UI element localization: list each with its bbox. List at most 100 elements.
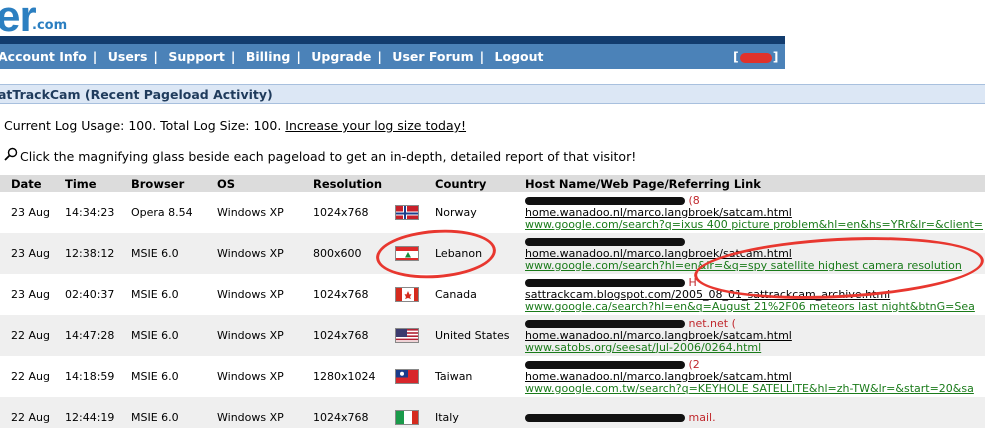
nav-user-forum[interactable]: User Forum bbox=[392, 49, 473, 64]
table-row: 22 Aug 14:47:28 MSIE 6.0 Windows XP 1024x768… bbox=[0, 315, 985, 356]
col-time: Time bbox=[54, 175, 120, 192]
nav-account-redacted[interactable]: [] bbox=[733, 49, 778, 64]
norway-flag-icon bbox=[395, 205, 419, 220]
cell-resolution: 1024x768 bbox=[302, 397, 384, 428]
web-page-link[interactable]: home.wanadoo.nl/marco.langbroek/satcam.h… bbox=[525, 206, 985, 219]
italy-flag-icon bbox=[395, 410, 419, 425]
cell-browser: MSIE 6.0 bbox=[120, 315, 206, 356]
cell-country: Norway bbox=[435, 206, 477, 219]
col-os: OS bbox=[206, 175, 302, 192]
table-row: 22 Aug 12:44:19 MSIE 6.0 Windows XP 1024x768… bbox=[0, 397, 985, 428]
host-name[interactable]: (2 bbox=[525, 359, 985, 371]
cell-os: Windows XP bbox=[217, 288, 284, 301]
cell-date: 23 Aug bbox=[11, 288, 50, 301]
detail-hint-text: Click the magnifying glass beside each p… bbox=[20, 149, 637, 164]
referring-link[interactable]: www.google.com/search?hl=en&lr=&q=spy sa… bbox=[525, 259, 985, 272]
host-name[interactable]: net.net ( bbox=[525, 318, 985, 330]
redaction-mark bbox=[525, 413, 685, 422]
canada-flag-icon bbox=[395, 287, 419, 302]
table-header-row: Date Time Browser OS Resolution Country … bbox=[0, 175, 985, 192]
cell-date: 23 Aug bbox=[11, 206, 50, 219]
nav-upgrade[interactable]: Upgrade bbox=[311, 49, 371, 64]
cell-host: mail. bbox=[514, 397, 985, 428]
host-name[interactable]: mail. bbox=[525, 412, 985, 424]
nav-users[interactable]: Users bbox=[108, 49, 148, 64]
table-row: 22 Aug 14:18:59 MSIE 6.0 Windows XP 1280x102… bbox=[0, 356, 985, 397]
cell-browser: MSIE 6.0 bbox=[120, 233, 206, 274]
referring-link[interactable]: www.satobs.org/seesat/Jul-2006/0264.html bbox=[525, 341, 985, 354]
cell-browser: MSIE 6.0 bbox=[131, 288, 179, 301]
nav-logout[interactable]: Logout bbox=[495, 49, 544, 64]
pageload-table: Date Time Browser OS Resolution Country … bbox=[0, 175, 985, 428]
cell-time: 12:44:19 bbox=[54, 397, 120, 428]
usa-flag-icon bbox=[395, 328, 419, 343]
referring-link[interactable]: www.google.com/search?q=ixus 400 picture… bbox=[525, 218, 985, 231]
cell-browser: MSIE 6.0 bbox=[131, 370, 179, 383]
referring-link[interactable]: www.google.ca/search?hl=en&q=August 21%2… bbox=[525, 300, 985, 313]
cell-resolution: 1024x768 bbox=[313, 206, 369, 219]
section-header: atTrackCam (Recent Pageload Activity) bbox=[0, 84, 985, 104]
cell-country: United States bbox=[424, 315, 514, 356]
redaction-mark bbox=[525, 360, 685, 369]
host-name[interactable]: H bbox=[525, 277, 985, 289]
lebanon-flag-icon bbox=[395, 246, 419, 261]
nav-billing[interactable]: Billing bbox=[246, 49, 291, 64]
site-logo[interactable]: er .com bbox=[0, 0, 67, 41]
table-row: 23 Aug 02:40:37 MSIE 6.0 Windows XP 1024x768… bbox=[0, 274, 985, 315]
cell-browser: MSIE 6.0 bbox=[120, 397, 206, 428]
col-host: Host Name/Web Page/Referring Link bbox=[514, 175, 985, 192]
cell-country: Lebanon bbox=[424, 233, 514, 274]
logo-text: er bbox=[0, 0, 37, 41]
col-date: Date bbox=[0, 175, 54, 192]
col-flag bbox=[384, 175, 424, 192]
cell-os: Windows XP bbox=[206, 315, 302, 356]
cell-os: Windows XP bbox=[217, 206, 284, 219]
page-title: atTrackCam (Recent Pageload Activity) bbox=[0, 87, 273, 102]
col-country: Country bbox=[424, 175, 514, 192]
cell-resolution: 1024x768 bbox=[313, 288, 369, 301]
cell-country: Canada bbox=[435, 288, 477, 301]
web-page-link[interactable]: home.wanadoo.nl/marco.langbroek/satcam.h… bbox=[525, 247, 985, 260]
col-browser: Browser bbox=[120, 175, 206, 192]
referring-link[interactable]: www.google.com.tw/search?q=KEYHOLE SATEL… bbox=[525, 382, 985, 395]
nav-links: Account Info | Users | Support | Billing | U… bbox=[0, 49, 544, 64]
cell-flag bbox=[384, 192, 424, 233]
redaction-mark bbox=[525, 196, 685, 205]
cell-flag bbox=[384, 356, 424, 397]
cell-host: home.wanadoo.nl/marco.langbroek/satcam.h… bbox=[514, 233, 985, 274]
redaction-mark bbox=[525, 237, 685, 246]
host-name[interactable] bbox=[525, 236, 985, 248]
cell-resolution: 1024x768 bbox=[302, 315, 384, 356]
cell-country: Italy bbox=[424, 397, 514, 428]
taiwan-flag-icon bbox=[395, 369, 419, 384]
cell-resolution: 1280x1024 bbox=[313, 370, 376, 383]
top-navigation: Account Info | Users | Support | Billing | U… bbox=[0, 36, 785, 69]
log-usage-text: Current Log Usage: 100. Total Log Size: … bbox=[4, 118, 286, 133]
increase-log-size-link[interactable]: Increase your log size today! bbox=[285, 118, 466, 133]
cell-os: Windows XP bbox=[206, 233, 302, 274]
nav-account-info[interactable]: Account Info bbox=[0, 49, 87, 64]
magnifying-glass-icon bbox=[4, 147, 20, 164]
cell-os: Windows XP bbox=[206, 397, 302, 428]
web-page-link[interactable]: home.wanadoo.nl/marco.langbroek/satcam.h… bbox=[525, 370, 985, 383]
cell-time: 14:47:28 bbox=[54, 315, 120, 356]
redaction-mark bbox=[525, 278, 685, 287]
cell-flag bbox=[384, 315, 424, 356]
nav-support[interactable]: Support bbox=[168, 49, 225, 64]
cell-time: 12:38:12 bbox=[54, 233, 120, 274]
cell-date: 22 Aug bbox=[11, 370, 50, 383]
col-resolution: Resolution bbox=[302, 175, 384, 192]
logo-domain: .com bbox=[32, 18, 68, 33]
web-page-link[interactable]: home.wanadoo.nl/marco.langbroek/satcam.h… bbox=[525, 329, 985, 342]
redaction-mark bbox=[525, 319, 685, 328]
web-page-link[interactable]: sattrackcam.blogspot.com/2005_08_01_satt… bbox=[525, 288, 985, 301]
table-row: 23 Aug 14:34:23 Opera 8.54 Windows XP 1024x7… bbox=[0, 192, 985, 233]
table-row: 23 Aug 12:38:12 MSIE 6.0 Windows XP 800x600 L… bbox=[0, 233, 985, 274]
cell-host: Hsattrackcam.blogspot.com/2005_08_01_sat… bbox=[514, 274, 985, 315]
cell-country: Taiwan bbox=[435, 370, 473, 383]
cell-time: 02:40:37 bbox=[65, 288, 115, 301]
cell-date: 22 Aug bbox=[0, 397, 54, 428]
cell-host: (2 home.wanadoo.nl/marco.langbroek/satcam… bbox=[514, 356, 985, 397]
host-name[interactable]: (8 bbox=[525, 195, 985, 207]
redaction-mark bbox=[739, 52, 772, 63]
